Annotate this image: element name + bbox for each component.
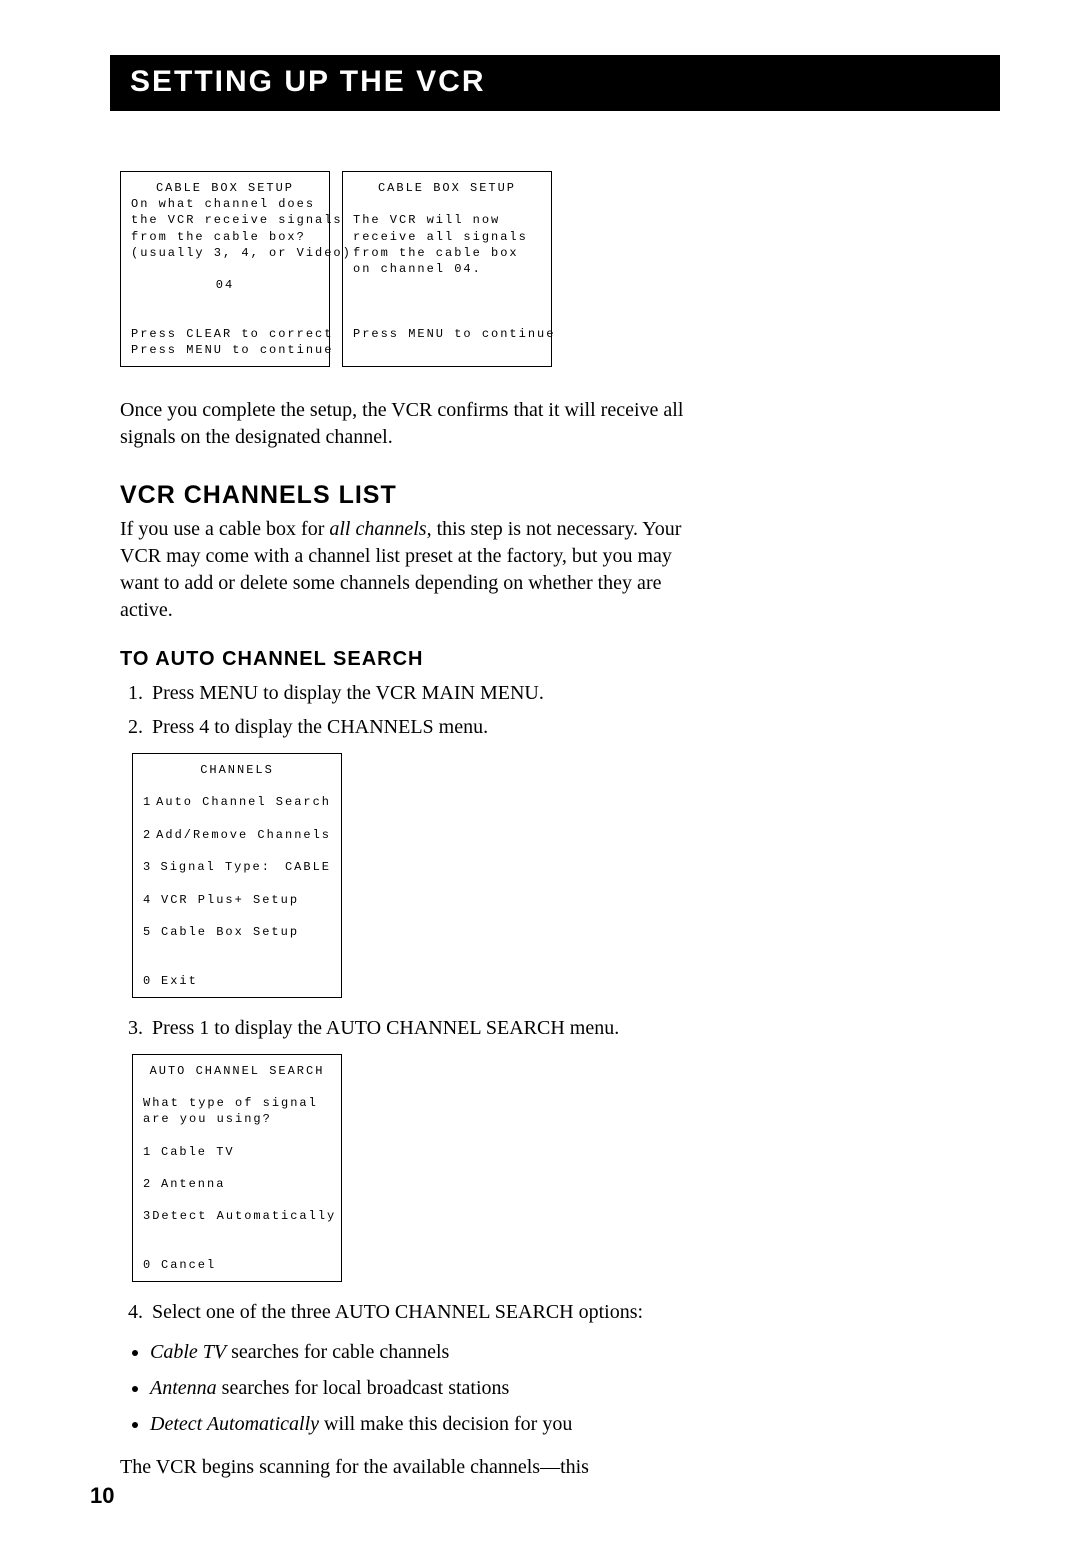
step-item: Select one of the three AUTO CHANNEL SEA…: [148, 1298, 690, 1326]
step-list: Press 1 to display the AUTO CHANNEL SEAR…: [120, 1014, 690, 1042]
screen-footer: Press CLEAR to correct: [131, 327, 333, 341]
chapter-title: SETTING UP THE VCR: [130, 65, 980, 99]
manual-page: SETTING UP THE VCR CABLE BOX SETUPOn wha…: [0, 0, 1080, 1565]
screen-footer: Press MENU to continue: [131, 343, 333, 357]
osd-screen-cable-setup-confirm: CABLE BOX SETUP The VCR will now receive…: [342, 171, 552, 367]
screen-line: from the cable box: [353, 246, 519, 260]
step-item: Press 1 to display the AUTO CHANNEL SEAR…: [148, 1014, 690, 1042]
screen-line: The VCR will now: [353, 213, 500, 227]
section-heading: VCR CHANNELS LIST: [120, 481, 690, 510]
step-list: Select one of the three AUTO CHANNEL SEA…: [120, 1298, 690, 1326]
bullet-item: Antenna searches for local broadcast sta…: [150, 1374, 690, 1402]
screen-value: 04: [131, 277, 319, 293]
screen-title: CABLE BOX SETUP: [131, 180, 319, 196]
screen-title: AUTO CHANNEL SEARCH: [143, 1063, 331, 1079]
menu-item: Cable TV: [161, 1144, 235, 1160]
menu-item: Auto Channel Search: [156, 794, 331, 810]
screen-line: On what channel does: [131, 197, 315, 211]
step-list: Press MENU to display the VCR MAIN MENU.…: [120, 679, 690, 741]
screen-pair: CABLE BOX SETUPOn what channel does the …: [120, 171, 690, 367]
screen-line: from the cable box?: [131, 230, 306, 244]
page-number: 10: [90, 1483, 114, 1509]
paragraph: Once you complete the setup, the VCR con…: [120, 397, 690, 451]
screen-line: the VCR receive signals: [131, 213, 343, 227]
menu-item: Antenna: [161, 1176, 225, 1192]
paragraph: If you use a cable box for all channels,…: [120, 516, 690, 624]
chapter-title-bar: SETTING UP THE VCR: [110, 55, 1000, 111]
step-item: Press MENU to display the VCR MAIN MENU.: [148, 679, 690, 707]
menu-item: Cable Box Setup: [161, 924, 299, 940]
menu-item: Add/Remove Channels: [156, 827, 331, 843]
screen-line: are you using?: [143, 1112, 272, 1126]
menu-item: Detect Automatically: [152, 1208, 336, 1224]
menu-item: Signal Type:: [161, 859, 271, 875]
italic-text: all channels: [329, 518, 426, 540]
screen-footer: Press MENU to continue: [353, 327, 555, 341]
step-item: Press 4 to display the CHANNELS menu.: [148, 713, 690, 741]
osd-screen-channels-menu: CHANNELS 1Auto Channel Search 2Add/Remov…: [132, 753, 342, 998]
paragraph: The VCR begins scanning for the availabl…: [120, 1454, 690, 1481]
bullet-list: Cable TV searches for cable channels Ant…: [120, 1338, 690, 1438]
bullet-item: Cable TV searches for cable channels: [150, 1338, 690, 1366]
menu-item: Exit: [161, 973, 198, 989]
menu-value: CABLE: [285, 859, 331, 875]
osd-screen-auto-channel-search: AUTO CHANNEL SEARCH What type of signal …: [132, 1054, 342, 1282]
screen-line: (usually 3, 4, or Video): [131, 246, 352, 260]
bullet-item: Detect Automatically will make this deci…: [150, 1410, 690, 1438]
subsection-heading: TO AUTO CHANNEL SEARCH: [120, 648, 690, 671]
content-column: CABLE BOX SETUPOn what channel does the …: [120, 171, 690, 1481]
menu-item: VCR Plus+ Setup: [161, 892, 299, 908]
screen-title: CHANNELS: [143, 762, 331, 778]
osd-screen-cable-setup-question: CABLE BOX SETUPOn what channel does the …: [120, 171, 330, 367]
screen-line: on channel 04.: [353, 262, 482, 276]
menu-item: Cancel: [161, 1257, 216, 1273]
screen-line: What type of signal: [143, 1096, 318, 1110]
screen-line: receive all signals: [353, 230, 528, 244]
screen-title: CABLE BOX SETUP: [353, 180, 541, 196]
